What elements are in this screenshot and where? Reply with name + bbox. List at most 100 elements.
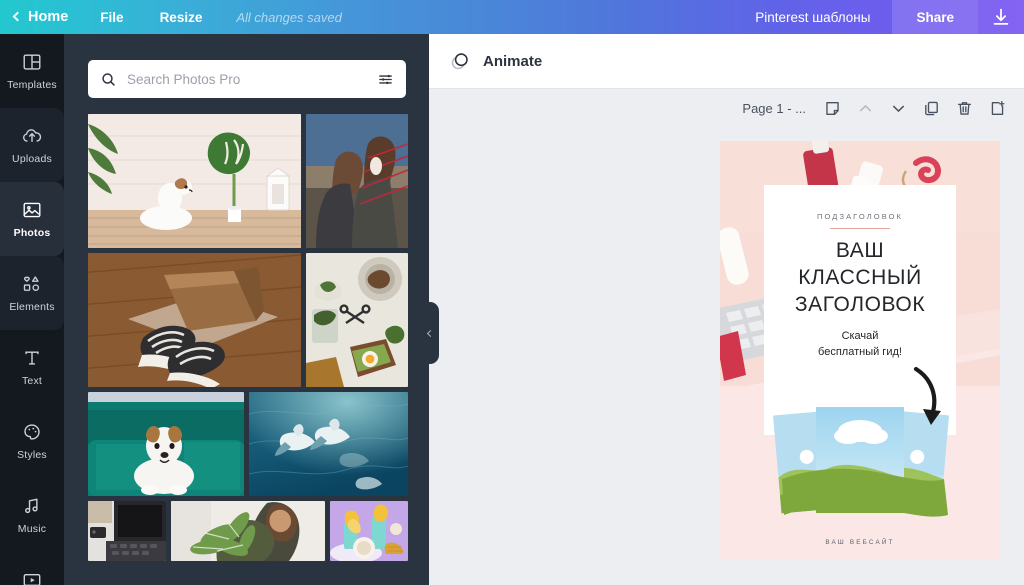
photo-icon — [23, 202, 41, 218]
canva-editor-window: Home File Resize All changes saved Pinte… — [0, 0, 1024, 585]
sidebar-item-elements[interactable]: Elements — [0, 256, 64, 330]
page-label: Page 1 - ... — [742, 101, 806, 116]
left-sidebar-rail: Templates Uploads Photos Elements Text S… — [0, 34, 64, 585]
sidebar-item-video[interactable]: Video — [0, 552, 64, 585]
sidebar-item-music[interactable]: Music — [0, 478, 64, 552]
animate-button[interactable]: Animate — [449, 50, 542, 72]
photo-dog-teal-sofa — [88, 392, 244, 496]
design-subtitle: ПОДЗАГОЛОВОК — [817, 212, 903, 221]
add-page-icon — [991, 101, 1005, 116]
animate-circles-icon — [451, 53, 468, 70]
photo-sneakers-box — [88, 253, 301, 387]
menu-file[interactable]: File — [82, 0, 141, 34]
sidebar-item-photos[interactable]: Photos — [0, 182, 64, 256]
design-title[interactable]: Pinterest шаблоны — [733, 10, 892, 25]
photo-laptop-desk-flatlay — [88, 501, 166, 561]
add-page-button[interactable] — [982, 95, 1012, 123]
photo-thumbnail[interactable] — [88, 114, 301, 248]
home-button[interactable]: Home — [0, 0, 82, 34]
trash-icon — [957, 102, 971, 115]
photo-thumbnail[interactable] — [88, 392, 244, 496]
photo-grid-row — [88, 501, 408, 561]
home-label: Home — [28, 9, 69, 25]
photo-woman-houseplant — [170, 501, 326, 561]
menu-resize-label: Resize — [159, 9, 203, 25]
sidebar-item-uploads[interactable]: Uploads — [0, 108, 64, 182]
design-title-line-2: КЛАССНЫЙ — [798, 266, 922, 289]
photo-grid-row — [88, 114, 408, 248]
upload-cloud-icon — [23, 129, 42, 143]
photo-avocado-toast-flatlay — [306, 253, 408, 387]
sidebar-label-photos: Photos — [13, 227, 51, 239]
collapse-panel-button[interactable] — [421, 302, 439, 364]
photo-thumbnail[interactable] — [249, 392, 408, 496]
video-icon — [23, 573, 41, 585]
canvas-area: Animate Page 1 - ... ПОДЗАГОЛОВОК ВАШ КЛ… — [429, 34, 1024, 585]
page-toolbar: Page 1 - ... — [429, 89, 1024, 128]
design-title-text: ВАШ КЛАССНЫЙ ЗАГОЛОВОК — [720, 237, 1000, 318]
download-icon — [993, 8, 1009, 25]
design-cta-text: Скачай бесплатный гид! — [720, 328, 1000, 360]
design-cta-line-2: бесплатный гид! — [818, 346, 902, 358]
move-down-button[interactable] — [883, 95, 913, 123]
chevron-down-icon — [892, 105, 904, 112]
sidebar-label-text: Text — [21, 375, 43, 387]
music-note-icon — [25, 498, 38, 514]
design-divider — [830, 228, 890, 230]
photo-thumbnail[interactable] — [306, 253, 408, 387]
photo-grid-row — [88, 392, 408, 496]
photo-thumbnail[interactable] — [306, 114, 408, 248]
animate-label: Animate — [483, 52, 543, 70]
design-title-line-1: ВАШ — [835, 239, 885, 262]
sidebar-label-uploads: Uploads — [12, 153, 52, 165]
design-page[interactable]: ПОДЗАГОЛОВОК ВАШ КЛАССНЫЙ ЗАГОЛОВОК Скач… — [720, 141, 1000, 560]
templates-icon — [23, 54, 41, 70]
photo-tropical-fruit-purple — [330, 501, 408, 561]
sidebar-item-styles[interactable]: Styles — [0, 404, 64, 478]
save-status-text: All changes saved — [236, 9, 342, 25]
photo-results-grid — [88, 114, 408, 566]
sidebar-label-elements: Elements — [9, 301, 55, 313]
photo-thumbnail[interactable] — [88, 253, 301, 387]
duplicate-page-button[interactable] — [916, 95, 946, 123]
menu-file-label: File — [100, 9, 124, 25]
sidebar-item-templates[interactable]: Templates — [0, 34, 64, 108]
chevron-up-icon — [859, 105, 871, 112]
photo-two-men-lasers — [306, 114, 408, 248]
photo-dolphins-ocean — [249, 392, 408, 496]
copy-icon — [924, 101, 938, 116]
photo-grid-row — [88, 253, 408, 387]
notes-button[interactable] — [817, 95, 847, 123]
menu-resize[interactable]: Resize — [142, 0, 221, 34]
chevron-left-icon — [426, 329, 434, 337]
design-cta-line-1: Скачай — [841, 330, 879, 342]
sidebar-label-templates: Templates — [7, 79, 57, 91]
top-header-bar: Home File Resize All changes saved Pinte… — [0, 0, 1024, 34]
delete-page-button[interactable] — [949, 95, 979, 123]
text-icon — [25, 351, 39, 365]
shapes-icon — [23, 276, 40, 291]
palette-icon — [24, 424, 40, 440]
download-button[interactable] — [978, 0, 1024, 34]
search-input[interactable] — [127, 71, 377, 87]
sidebar-label-styles: Styles — [17, 449, 47, 461]
header-right-group: Pinterest шаблоны Share — [733, 0, 1024, 34]
sidebar-label-music: Music — [17, 523, 47, 535]
sticky-note-icon — [825, 101, 839, 116]
header-left-group: Home File Resize All changes saved — [0, 0, 358, 34]
search-icon — [102, 72, 115, 86]
sliders-filter-icon[interactable] — [377, 71, 394, 88]
sidebar-item-text[interactable]: Text — [0, 330, 64, 404]
search-bar[interactable] — [88, 60, 406, 98]
share-button[interactable]: Share — [892, 0, 978, 34]
design-title-line-3: ЗАГОЛОВОК — [794, 293, 926, 316]
back-chevron-icon — [12, 11, 23, 22]
photo-thumbnail[interactable] — [170, 501, 326, 561]
photo-thumbnail[interactable] — [330, 501, 408, 561]
move-up-button[interactable] — [850, 95, 880, 123]
design-website-text: ВАШ ВЕБСАЙТ — [825, 539, 895, 546]
photo-thumbnail[interactable] — [88, 501, 166, 561]
animate-toolbar: Animate — [429, 34, 1024, 89]
share-label: Share — [916, 9, 954, 25]
photo-dog-monstera — [88, 114, 301, 248]
